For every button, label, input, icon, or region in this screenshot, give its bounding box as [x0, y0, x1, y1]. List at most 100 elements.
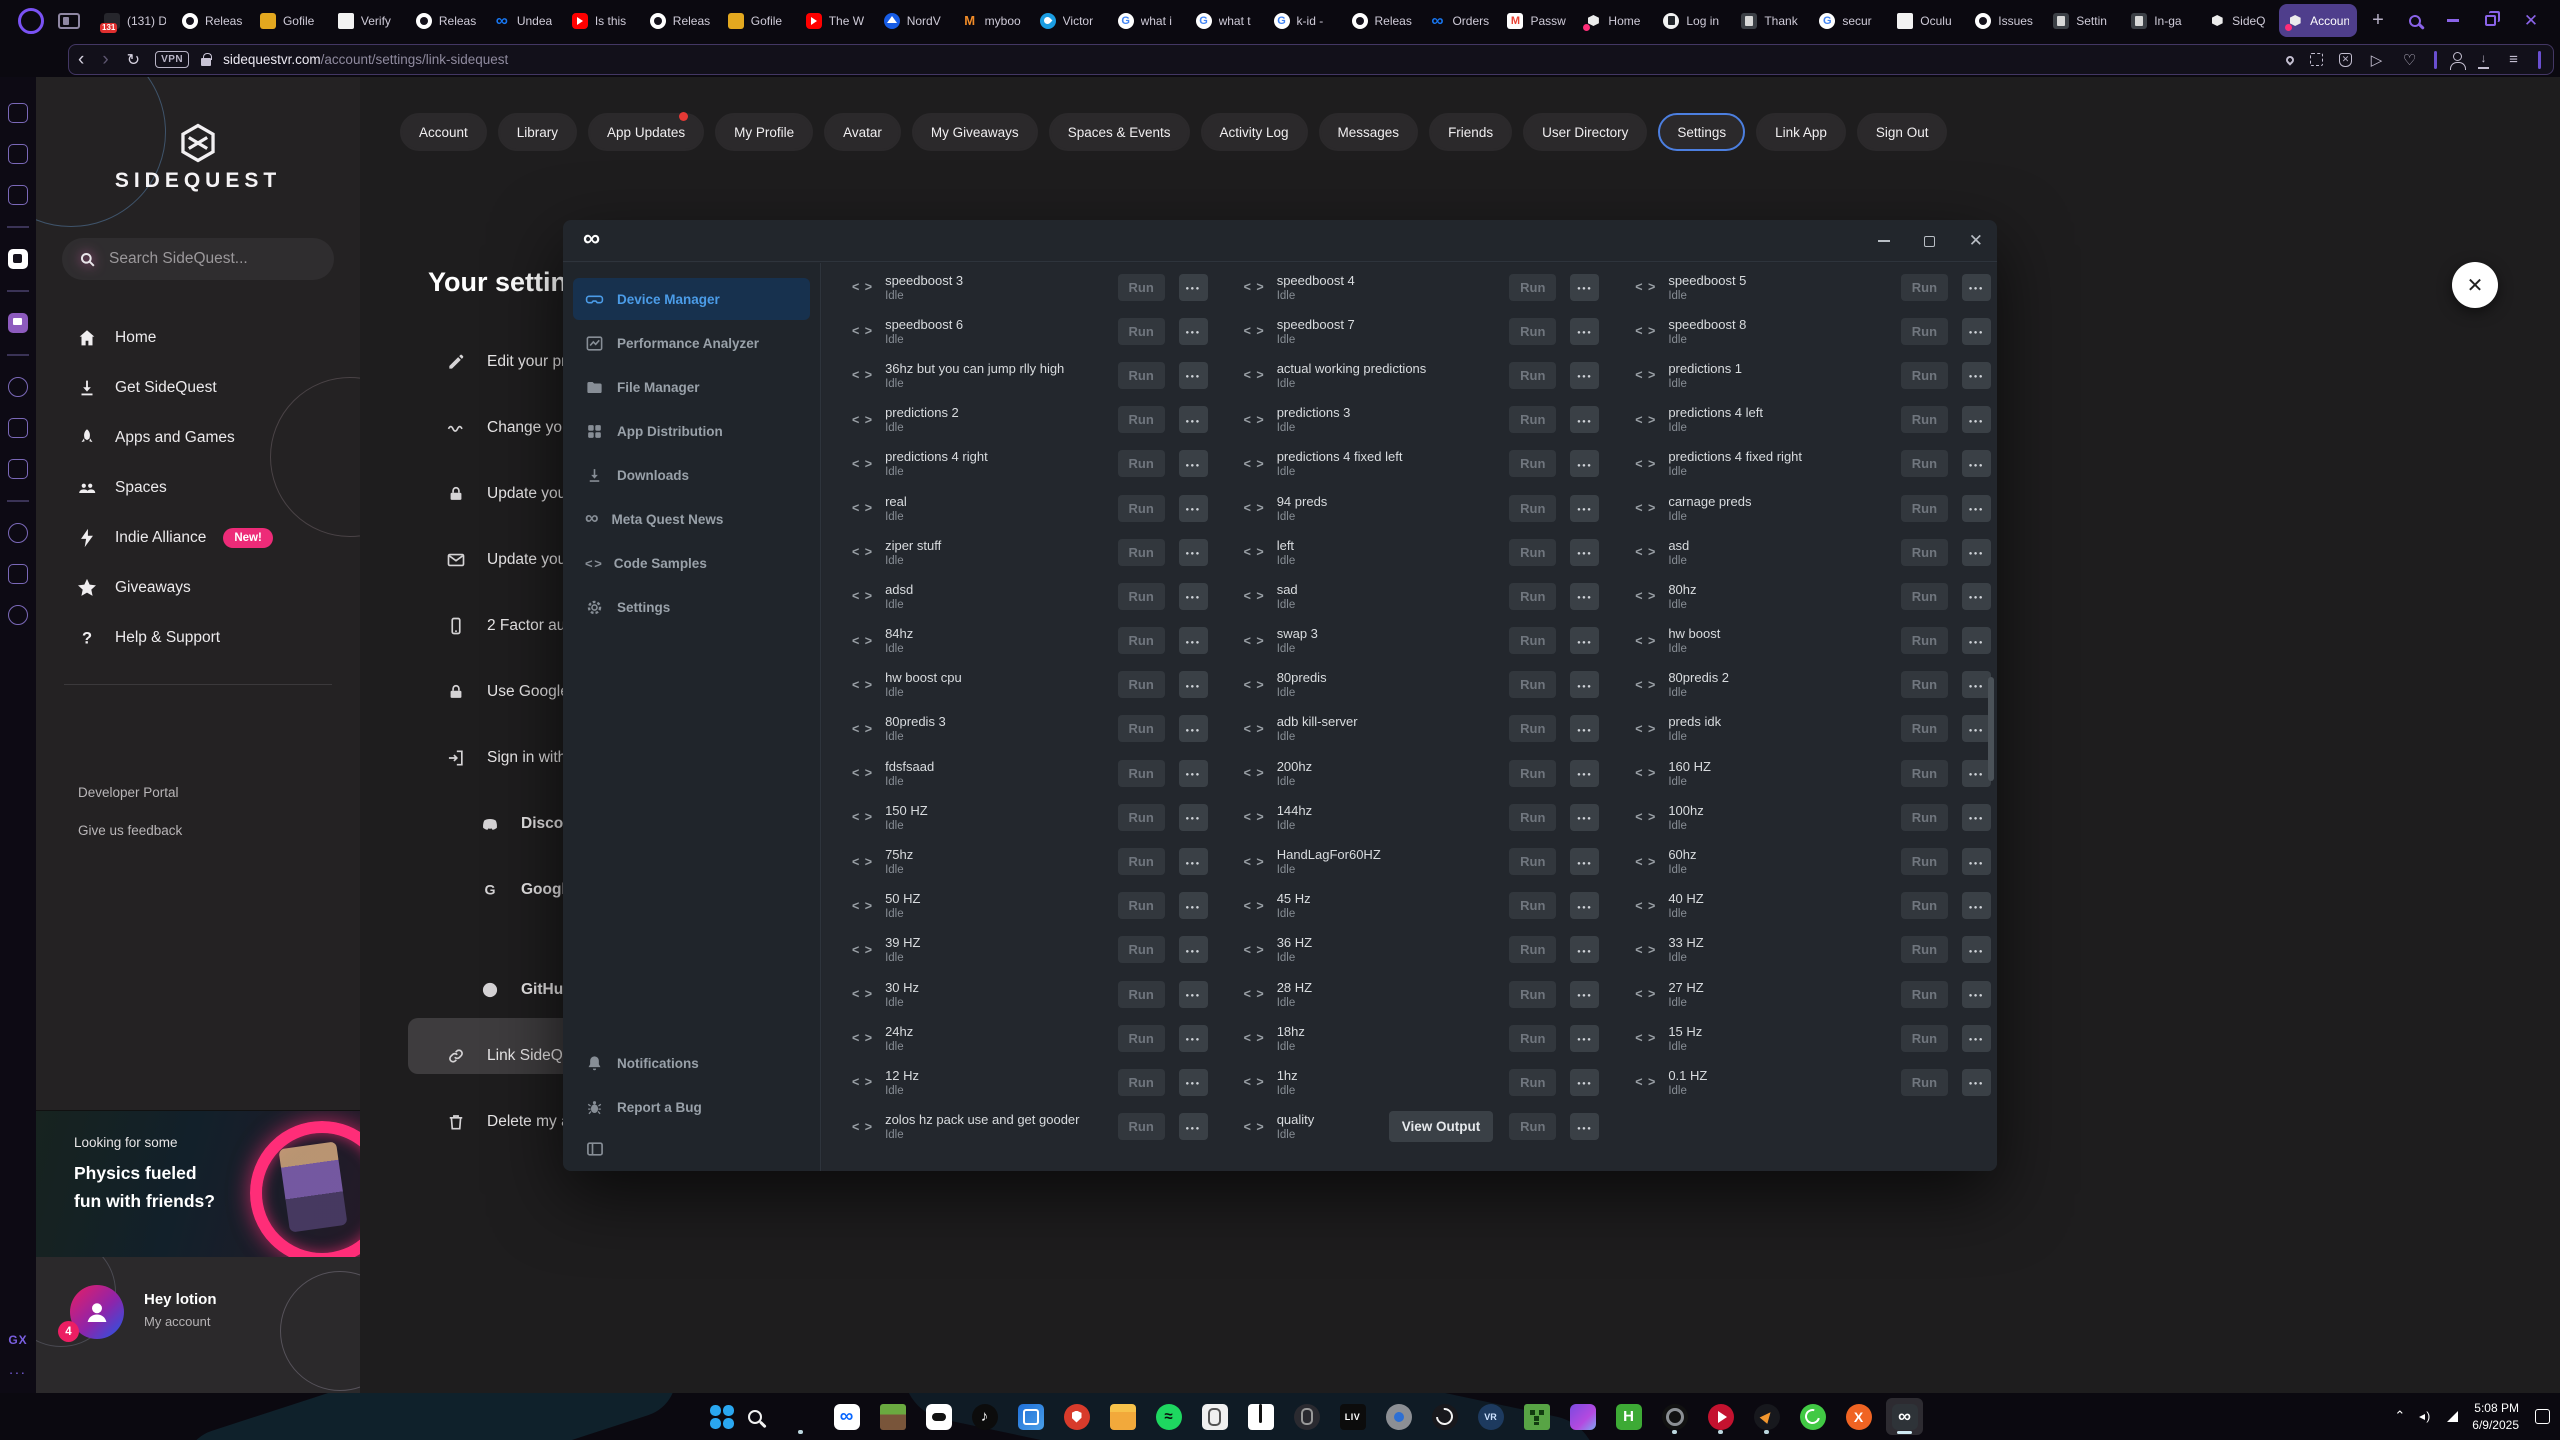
- more-options-button[interactable]: [1179, 627, 1208, 654]
- mqdh-nav-app-distribution[interactable]: App Distribution: [573, 410, 810, 452]
- promo-card[interactable]: Looking for some Physics fueled fun with…: [36, 1110, 360, 1257]
- sidebar-item-help-support[interactable]: Help & Support: [36, 613, 360, 663]
- new-tab-button[interactable]: +: [2363, 6, 2393, 36]
- browser-tab[interactable]: Passw: [1499, 4, 1577, 37]
- more-options-button[interactable]: [1570, 362, 1599, 389]
- browser-tab[interactable]: Releas: [408, 4, 486, 37]
- run-button[interactable]: Run: [1901, 362, 1948, 389]
- more-options-button[interactable]: [1570, 1025, 1599, 1052]
- run-button[interactable]: Run: [1901, 760, 1948, 787]
- taskbar-icon-settings-tool[interactable]: [1380, 1398, 1417, 1435]
- settings-item-github[interactable]: GitHub: [480, 980, 573, 1000]
- back-icon[interactable]: ‹: [69, 49, 93, 71]
- settings-item-update-your[interactable]: Update your: [446, 550, 571, 570]
- more-options-button[interactable]: [1179, 362, 1208, 389]
- sidebar-item-spaces[interactable]: Spaces: [36, 463, 360, 513]
- more-options-button[interactable]: [1179, 539, 1208, 566]
- run-button[interactable]: Run: [1509, 1113, 1556, 1140]
- more-options-button[interactable]: [1962, 760, 1991, 787]
- browser-tab[interactable]: Releas: [174, 4, 252, 37]
- browser-tab[interactable]: 131(131) D: [96, 4, 174, 37]
- tab-messages[interactable]: Messages: [1319, 113, 1419, 151]
- more-options-button[interactable]: [1570, 450, 1599, 477]
- more-options-button[interactable]: [1962, 539, 1991, 566]
- taskbar-icon-xplane[interactable]: X: [1840, 1398, 1877, 1435]
- mqdh-nav-downloads[interactable]: Downloads: [573, 454, 810, 496]
- more-options-button[interactable]: [1179, 1025, 1208, 1052]
- more-options-button[interactable]: [1179, 848, 1208, 875]
- mqdh-nav-performance-analyzer[interactable]: Performance Analyzer: [573, 322, 810, 364]
- sidebar-item-indie-alliance[interactable]: Indie AllianceNew!: [36, 513, 360, 563]
- browser-tab[interactable]: Verify: [330, 4, 408, 37]
- run-button[interactable]: Run: [1118, 1025, 1165, 1052]
- run-button[interactable]: Run: [1901, 406, 1948, 433]
- browser-tab[interactable]: Releas: [1344, 4, 1422, 37]
- minimize-button[interactable]: [1878, 240, 1890, 242]
- close-button[interactable]: ✕: [1969, 231, 1983, 251]
- tab-account[interactable]: Account: [400, 113, 487, 151]
- sidebar-item-giveaways[interactable]: Giveaways: [36, 563, 360, 613]
- player-icon[interactable]: ▷: [2368, 51, 2385, 68]
- broom-icon[interactable]: [8, 103, 28, 123]
- opera-gx-logo-icon[interactable]: [18, 8, 44, 34]
- tab-link-app[interactable]: Link App: [1756, 113, 1846, 151]
- run-button[interactable]: Run: [1118, 495, 1165, 522]
- more-options-button[interactable]: [1570, 936, 1599, 963]
- more-options-button[interactable]: [1570, 1069, 1599, 1096]
- run-button[interactable]: Run: [1509, 406, 1556, 433]
- more-options-button[interactable]: [1179, 760, 1208, 787]
- more-options-button[interactable]: [1962, 495, 1991, 522]
- more-options-button[interactable]: [1179, 495, 1208, 522]
- run-button[interactable]: Run: [1509, 1069, 1556, 1096]
- more-options-button[interactable]: [1962, 715, 1991, 742]
- more-options-button[interactable]: [1962, 450, 1991, 477]
- tab-friends[interactable]: Friends: [1429, 113, 1512, 151]
- more-options-button[interactable]: [1570, 1113, 1599, 1140]
- tab-spaces-events[interactable]: Spaces & Events: [1049, 113, 1190, 151]
- run-button[interactable]: Run: [1118, 318, 1165, 345]
- history-icon[interactable]: [8, 523, 28, 543]
- run-button[interactable]: Run: [1509, 892, 1556, 919]
- browser-tab[interactable]: Issues: [1967, 4, 2045, 37]
- mqdh-nav-device-manager[interactable]: Device Manager: [573, 278, 810, 320]
- run-button[interactable]: Run: [1901, 318, 1948, 345]
- taskbar-icon-tiktok[interactable]: ♪: [966, 1398, 1003, 1435]
- run-button[interactable]: Run: [1118, 1069, 1165, 1096]
- taskbar-icon-minecraft[interactable]: [874, 1398, 911, 1435]
- bookmark-heart-icon[interactable]: ♡: [2401, 51, 2418, 68]
- run-button[interactable]: Run: [1509, 804, 1556, 831]
- browser-tab[interactable]: secur: [1811, 4, 1889, 37]
- run-button[interactable]: Run: [1118, 760, 1165, 787]
- taskbar-icon-compass[interactable]: [1748, 1398, 1785, 1435]
- browser-tab[interactable]: Thank: [1733, 4, 1811, 37]
- more-options-button[interactable]: [1962, 804, 1991, 831]
- more-options-button[interactable]: [1570, 318, 1599, 345]
- settings-item-use-google-a[interactable]: Use Google a: [446, 682, 582, 702]
- settings-item-edit-your-pro[interactable]: Edit your pro: [446, 352, 575, 372]
- run-button[interactable]: Run: [1118, 892, 1165, 919]
- run-button[interactable]: Run: [1118, 274, 1165, 301]
- run-button[interactable]: Run: [1118, 362, 1165, 389]
- more-options-button[interactable]: [1962, 318, 1991, 345]
- more-options-button[interactable]: [1962, 848, 1991, 875]
- tab-panels-icon[interactable]: [58, 13, 80, 29]
- run-button[interactable]: Run: [1509, 450, 1556, 477]
- taskbar-icon-hue[interactable]: H: [1610, 1398, 1647, 1435]
- messenger-icon[interactable]: [8, 185, 28, 205]
- taskbar-icon-defender[interactable]: [1058, 1398, 1095, 1435]
- feedback-link[interactable]: Give us feedback: [78, 823, 182, 838]
- more-options-button[interactable]: [1179, 1113, 1208, 1140]
- run-button[interactable]: Run: [1509, 495, 1556, 522]
- minimize-button[interactable]: [2447, 19, 2459, 22]
- mqdh-nav-file-manager[interactable]: File Manager: [573, 366, 810, 408]
- taskbar-icon-search[interactable]: [736, 1398, 773, 1435]
- run-button[interactable]: Run: [1901, 627, 1948, 654]
- run-button[interactable]: Run: [1901, 274, 1948, 301]
- url-field[interactable]: ‹ › ↻ VPN sidequestvr.com/account/settin…: [68, 44, 2554, 75]
- run-button[interactable]: Run: [1118, 1113, 1165, 1140]
- mqdh-nav-code-samples[interactable]: Code Samples: [573, 542, 810, 584]
- browser-tab[interactable]: Gofile: [720, 4, 798, 37]
- more-options-button[interactable]: [1179, 1069, 1208, 1096]
- mqdh-titlebar[interactable]: ∞ ✕: [563, 220, 1997, 262]
- run-button[interactable]: Run: [1118, 671, 1165, 698]
